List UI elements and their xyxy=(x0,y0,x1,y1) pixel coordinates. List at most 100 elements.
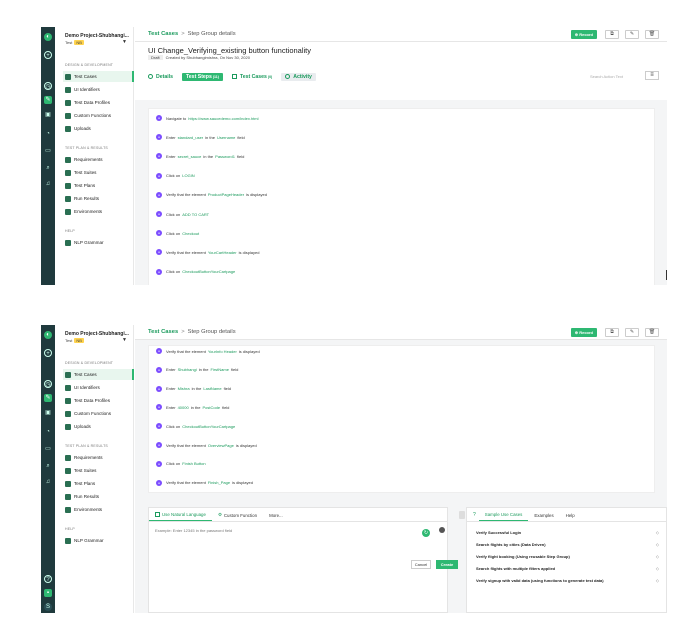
gauge-icon[interactable]: ◔ xyxy=(44,130,52,138)
panel-resize-handle[interactable] xyxy=(459,511,465,519)
tab-custom-function[interactable]: ⚙ Custom Function xyxy=(212,512,263,521)
step-row[interactable]: ● Enter Mishra in the LastName field xyxy=(156,385,231,393)
sidebar-item-test-data-profiles[interactable]: Test Data Profiles xyxy=(63,395,134,406)
sidebar-item-run-results[interactable]: Run Results xyxy=(63,193,134,204)
sidebar-item-nlp-grammar[interactable]: NLP Grammar xyxy=(63,237,134,248)
project-name[interactable]: Demo Project-Shubhangi... xyxy=(65,331,129,337)
sidebar-item-test-plans[interactable]: Test Plans xyxy=(63,180,134,191)
sidebar-item-custom-functions[interactable]: Custom Functions xyxy=(63,110,134,121)
sidebar-item-environments[interactable]: Environments xyxy=(63,206,134,217)
trash-icon[interactable]: 🗑 xyxy=(645,30,659,39)
step-text: in the xyxy=(203,153,214,159)
trash-icon[interactable]: 🗑 xyxy=(645,328,659,337)
tab-details[interactable]: Details xyxy=(148,74,173,80)
step-row[interactable]: ● Verify that the element ProductPageHeade… xyxy=(156,191,267,199)
sidebar-item-custom-functions[interactable]: Custom Functions xyxy=(63,408,134,419)
create-button[interactable]: Create xyxy=(436,560,458,569)
search-input[interactable]: Search Action Text xyxy=(590,74,623,79)
step-row[interactable]: ● Click on Checkout xyxy=(156,229,201,237)
sidebar-item-run-results[interactable]: Run Results xyxy=(63,491,134,502)
record-button[interactable]: ⊕ Record xyxy=(570,328,597,337)
sidebar-item-test-cases[interactable]: Test Cases xyxy=(63,369,134,380)
sample-item[interactable]: Verify signup with valid data (using fun… xyxy=(476,576,659,584)
step-input[interactable]: Example: Enter 12345 in the password fie… xyxy=(155,528,232,533)
sidebar-item-uploads[interactable]: Uploads xyxy=(63,123,134,134)
user-avatar-icon[interactable]: S xyxy=(44,603,52,611)
clock-icon[interactable]: ◷ xyxy=(44,82,52,90)
step-row[interactable]: ● Verify that the element YourInfo Header i… xyxy=(156,347,260,355)
bell-icon[interactable]: ♫ xyxy=(44,180,52,188)
step-row[interactable]: ● Click on Finish Button xyxy=(156,460,208,468)
step-row[interactable]: ● Navigate to https://www.saucedemo.com/in… xyxy=(156,114,261,122)
step-row[interactable]: ● Enter Shubhangi in the FirstName field xyxy=(156,366,238,374)
tab-test-steps[interactable]: Test Steps (11) xyxy=(182,72,223,81)
tab-test-cases[interactable]: Test Cases (0) xyxy=(231,74,272,80)
step-row[interactable]: ● Verify that the element YourCartHeader is… xyxy=(156,248,259,256)
sidebar-item-ui-identifiers[interactable]: UI Identifiers xyxy=(63,382,134,393)
search-icon[interactable]: ⌕ xyxy=(44,462,52,470)
sample-item[interactable]: Verify flight booking (Using reusable St… xyxy=(476,552,659,560)
record-button[interactable]: ⊕ Record xyxy=(570,30,597,39)
briefcase-icon[interactable]: ▣ xyxy=(44,409,52,417)
step-row[interactable]: ● Click on CheckoutButtonYourCartpage xyxy=(156,268,237,276)
breadcrumb-root[interactable]: Test Cases xyxy=(148,31,178,37)
sample-item[interactable]: Search flights by cities (Data Driven) ◇ xyxy=(476,540,659,548)
sidebar-item-test-suites[interactable]: Test Suites xyxy=(63,167,134,178)
cancel-button[interactable]: Cancel xyxy=(411,560,431,569)
clock-icon[interactable]: ◷ xyxy=(44,380,52,388)
sample-item[interactable]: Verify Successful Login ◇ xyxy=(476,528,659,536)
help-icon[interactable]: ? xyxy=(44,575,52,583)
sidebar-item-uploads[interactable]: Uploads xyxy=(63,421,134,432)
sidebar-item-test-cases[interactable]: Test Cases xyxy=(63,71,134,82)
sidebar-item-test-plans[interactable]: Test Plans xyxy=(63,478,134,489)
tab-examples[interactable]: Examples xyxy=(528,513,559,521)
sidebar-item-requirements[interactable]: Requirements xyxy=(63,154,134,165)
breadcrumb-root[interactable]: Test Cases xyxy=(148,329,178,335)
tab-more[interactable]: More... xyxy=(263,513,289,521)
step-row[interactable]: ● Click on LOGIN xyxy=(156,172,197,180)
chevron-down-icon[interactable]: ▼ xyxy=(122,39,127,45)
project-name[interactable]: Demo Project-Shubhangi... xyxy=(65,33,129,39)
go-icon[interactable]: ↻ xyxy=(422,529,430,537)
monitor-icon[interactable]: ▭ xyxy=(44,445,52,453)
tab-help[interactable]: Help xyxy=(560,513,581,521)
step-row[interactable]: ● Click on CheckoutButtonYourCartpage xyxy=(156,422,237,430)
step-row[interactable]: ● Enter standard_user in the Username field xyxy=(156,133,245,141)
copy-icon[interactable]: ⧉ xyxy=(605,30,619,39)
brand-logo-icon[interactable]: ◐ xyxy=(44,33,52,41)
edit-pencil-icon[interactable]: ✎ xyxy=(625,328,639,337)
brand-logo-icon[interactable]: ◐ xyxy=(44,331,52,339)
gauge-icon[interactable]: ◔ xyxy=(44,428,52,436)
sidebar-item-requirements[interactable]: Requirements xyxy=(63,452,134,463)
bell-icon[interactable]: ♫ xyxy=(44,478,52,486)
step-text: Click on xyxy=(166,211,181,217)
step-row[interactable]: ● Click on ADD TO CART xyxy=(156,210,211,218)
briefcase-icon[interactable]: ▣ xyxy=(44,111,52,119)
search-icon[interactable]: ⌕ xyxy=(44,164,52,172)
tab-sample-use-cases[interactable]: Sample Use Cases xyxy=(478,512,529,521)
tab-activity[interactable]: Activity xyxy=(281,72,316,81)
step-row[interactable]: ● Verify that the element Finish_Page is di… xyxy=(156,479,253,487)
sidebar-item-environments[interactable]: Environments xyxy=(63,504,134,515)
sidebar-item-test-suites[interactable]: Test Suites xyxy=(63,465,134,476)
step-row[interactable]: ● Verify that the element OverviewPage is d… xyxy=(156,441,257,449)
add-icon[interactable]: + xyxy=(44,51,52,59)
edit-pencil-icon[interactable]: ✎ xyxy=(625,30,639,39)
menu-icon[interactable]: ≡ xyxy=(645,71,659,80)
chevron-down-icon[interactable]: ▼ xyxy=(122,337,127,343)
step-parameter: ProductPageHeader xyxy=(207,192,245,198)
step-row[interactable]: ● Enter secret_sauce in the Password1 field xyxy=(156,152,244,160)
monitor-icon[interactable]: ▭ xyxy=(44,147,52,155)
add-icon[interactable]: + xyxy=(44,349,52,357)
edit-icon[interactable]: ✎ xyxy=(44,394,52,402)
sidebar-item-ui-identifiers[interactable]: UI Identifiers xyxy=(63,84,134,95)
step-row[interactable]: ● Enter 40000 in the PostCode field xyxy=(156,403,229,411)
sample-item[interactable]: Search flights with multiple filters app… xyxy=(476,564,659,572)
eye-icon[interactable] xyxy=(439,527,445,533)
copy-icon[interactable]: ⧉ xyxy=(605,328,619,337)
sidebar-item-test-data-profiles[interactable]: Test Data Profiles xyxy=(63,97,134,108)
chat-icon[interactable]: ▪ xyxy=(44,589,52,597)
tab-natural-language[interactable]: Use Natural Language xyxy=(149,512,212,521)
edit-icon[interactable]: ✎ xyxy=(44,96,52,104)
sidebar-item-nlp-grammar[interactable]: NLP Grammar xyxy=(63,535,134,546)
